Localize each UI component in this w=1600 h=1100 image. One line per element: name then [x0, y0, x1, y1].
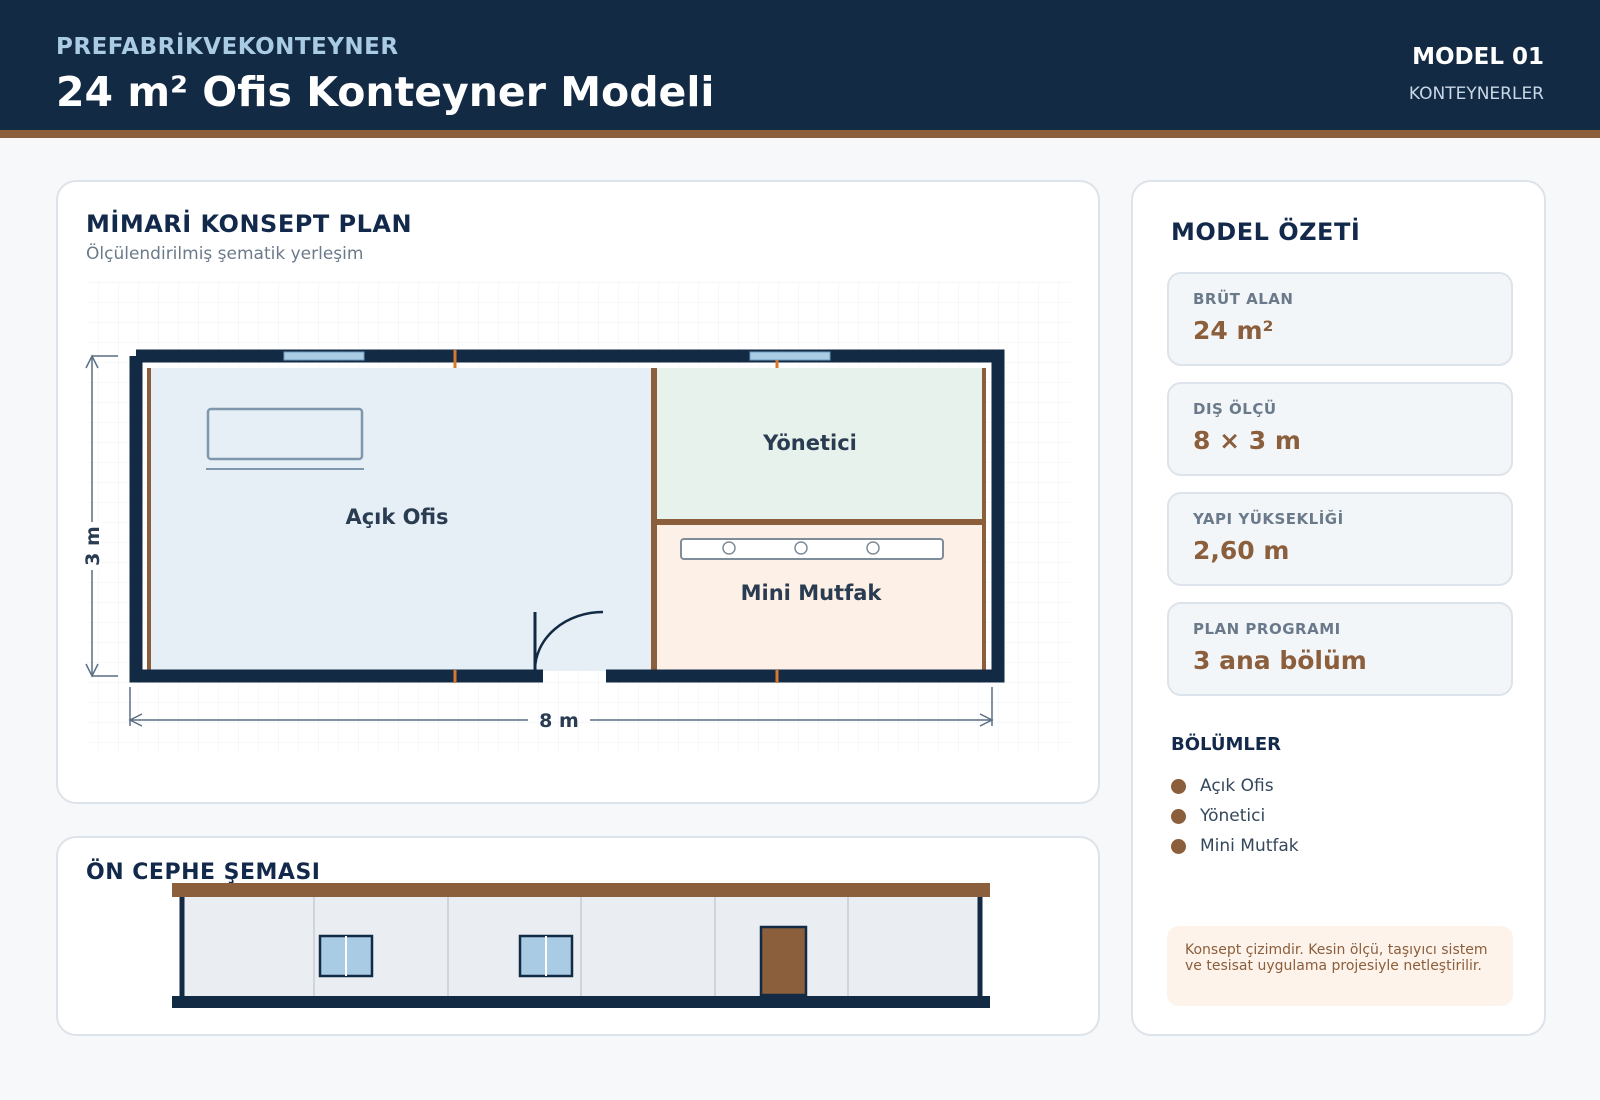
dimension-width: 8 m: [539, 710, 579, 732]
stat-label: DIŞ ÖLÇÜ: [1193, 400, 1277, 418]
stat-value: 8 × 3 m: [1193, 426, 1301, 455]
list-item: Açık Ofis: [1171, 774, 1274, 798]
sections-title: BÖLÜMLER: [1171, 734, 1282, 755]
stat-gross-area: BRÜT ALAN 24 m²: [1167, 272, 1513, 366]
bullet-icon: [1171, 838, 1186, 854]
window: [749, 351, 831, 361]
brand-name: PREFABRİKVEKONTEYNER: [56, 34, 399, 60]
page-header: PREFABRİKVEKONTEYNER 24 m² Ofis Konteyne…: [0, 0, 1600, 138]
model-category: KONTEYNERLER: [1408, 84, 1544, 104]
stat-label: PLAN PROGRAMI: [1193, 620, 1341, 638]
list-item: Mini Mutfak: [1171, 834, 1299, 858]
facade-roof: [172, 883, 990, 897]
stat-label: BRÜT ALAN: [1193, 290, 1294, 308]
bullet-icon: [1171, 808, 1186, 824]
kitchen-counter: [680, 538, 944, 560]
facade-window: [518, 934, 574, 978]
plan-card: MİMARİ KONSEPT PLAN Ölçülendirilmiş şema…: [56, 180, 1100, 804]
summary-card: MODEL ÖZETİ BRÜT ALAN 24 m² DIŞ ÖLÇÜ 8 ×…: [1131, 180, 1546, 1036]
stat-plan-program: PLAN PROGRAMI 3 ana bölüm: [1167, 602, 1513, 696]
facade-card: ÖN CEPHE ŞEMASI: [56, 836, 1100, 1036]
section-label: Yönetici: [1200, 806, 1266, 826]
stat-building-height: YAPI YÜKSEKLİĞİ 2,60 m: [1167, 492, 1513, 586]
stat-value: 3 ana bölüm: [1193, 646, 1367, 675]
model-number: MODEL 01: [1412, 44, 1544, 70]
label-open-office: Açık Ofis: [345, 505, 448, 529]
section-label: Açık Ofis: [1200, 776, 1274, 796]
dimension-height: 3 m: [82, 526, 104, 566]
page-title: 24 m² Ofis Konteyner Modeli: [56, 68, 715, 116]
floor-plan: Açık Ofis Yönetici Mini Mutfak 3 m 8 m: [82, 282, 1070, 752]
front-facade: [172, 883, 990, 1008]
bullet-icon: [1171, 778, 1186, 794]
facade-base: [172, 996, 990, 1008]
list-item: Yönetici: [1171, 804, 1265, 828]
label-kitchen: Mini Mutfak: [741, 581, 883, 605]
label-manager: Yönetici: [762, 431, 857, 455]
summary-title: MODEL ÖZETİ: [1171, 218, 1361, 246]
stat-value: 2,60 m: [1193, 536, 1290, 565]
stat-value: 24 m²: [1193, 316, 1274, 345]
disclaimer-note: Konsept çizimdir. Kesin ölçü, taşıyıcı s…: [1167, 926, 1513, 1006]
facade-window: [318, 934, 374, 978]
window: [283, 351, 365, 361]
section-label: Mini Mutfak: [1200, 836, 1299, 856]
facade-door: [759, 925, 808, 997]
stat-outer-dimension: DIŞ ÖLÇÜ 8 × 3 m: [1167, 382, 1513, 476]
stat-label: YAPI YÜKSEKLİĞİ: [1193, 510, 1344, 528]
